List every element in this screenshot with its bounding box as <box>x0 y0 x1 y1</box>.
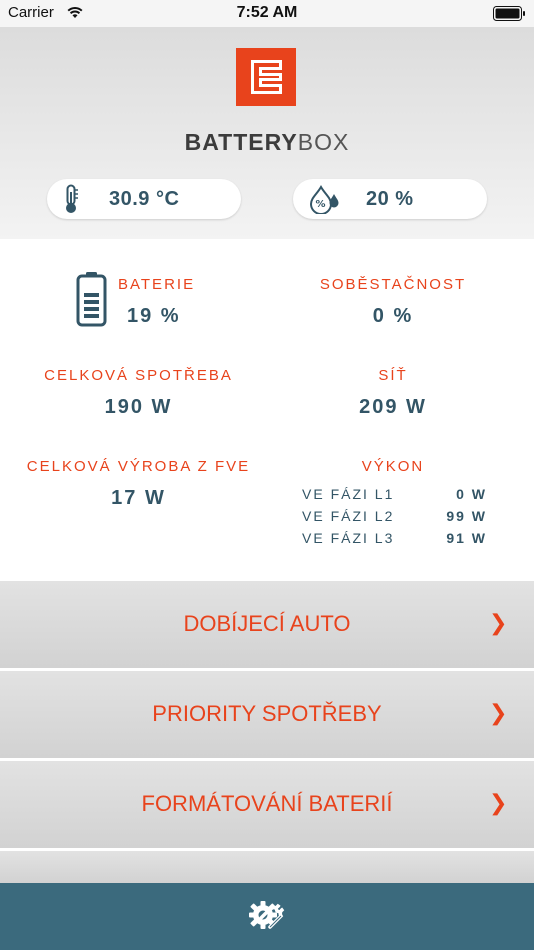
battery-status-icon <box>493 6 525 21</box>
menu-item-label: DOBÍJECÍ AUTO <box>183 611 351 636</box>
total-consumption-label: CELKOVÁ SPOTŘEBA <box>44 367 233 384</box>
phase-l3-label: VE FÁZI L3 <box>302 530 395 546</box>
brand-title: BATTERYBOX <box>0 129 534 156</box>
menu-item-car-charging[interactable]: DOBÍJECÍ AUTO ❯ <box>0 581 534 668</box>
self-sufficiency-label: SOBĚSTAČNOST <box>319 276 467 293</box>
pv-production-label: CELKOVÁ VÝROBA Z FVE <box>26 458 251 475</box>
phase-row-l2: VE FÁZI L2 99 W <box>302 508 487 524</box>
settings-icon[interactable] <box>248 899 286 933</box>
thermometer-icon <box>66 184 78 213</box>
total-consumption-value: 190 W <box>104 396 173 418</box>
bottom-bar <box>0 883 534 950</box>
pv-production-value: 17 W <box>111 487 166 509</box>
cez-logo <box>236 48 296 106</box>
svg-text:%: % <box>316 199 326 210</box>
status-bar: Carrier 7:52 AM <box>0 0 534 27</box>
grid-label: SÍŤ <box>378 367 408 384</box>
phase-l2-label: VE FÁZI L2 <box>302 508 395 524</box>
phase-l1-value: 0 W <box>456 486 487 502</box>
phase-row-l1: VE FÁZI L1 0 W <box>302 486 487 502</box>
power-label: VÝKON <box>361 458 425 475</box>
battery-icon <box>76 272 107 327</box>
menu-item-partial <box>0 851 534 883</box>
stats-panel: BATERIE 19 % SOBĚSTAČNOST 0 % CELKOVÁ SP… <box>0 239 534 580</box>
brand-bold: BATTERY <box>184 129 298 155</box>
menu-item-battery-formatting[interactable]: FORMÁTOVÁNÍ BATERIÍ ❯ <box>0 761 534 848</box>
clock: 7:52 AM <box>236 4 298 21</box>
humidity-icon: % <box>309 184 339 214</box>
temperature-pill: 30.9 °C <box>47 179 241 219</box>
humidity-pill: % 20 % <box>293 179 487 219</box>
menu-item-label: PRIORITY SPOTŘEBY <box>152 701 382 726</box>
self-sufficiency-value: 0 % <box>372 305 414 327</box>
menu-item-label: FORMÁTOVÁNÍ BATERIÍ <box>141 791 393 816</box>
chevron-right-icon: ❯ <box>489 700 508 725</box>
battery-value: 19 % <box>127 305 181 327</box>
grid-value: 209 W <box>359 396 427 418</box>
chevron-right-icon: ❯ <box>489 790 508 815</box>
chevron-right-icon: ❯ <box>489 610 508 635</box>
phase-l3-value: 91 W <box>446 530 487 546</box>
phase-row-l3: VE FÁZI L3 91 W <box>302 530 487 546</box>
temperature-value: 30.9 °C <box>109 188 180 210</box>
humidity-value: 20 % <box>366 188 414 210</box>
menu-item-consumption-priority[interactable]: PRIORITY SPOTŘEBY ❯ <box>0 671 534 758</box>
brand-light: BOX <box>297 129 350 155</box>
phase-l2-value: 99 W <box>446 508 487 524</box>
battery-label: BATERIE <box>118 276 196 293</box>
phase-l1-label: VE FÁZI L1 <box>302 486 395 502</box>
header: BATTERYBOX 30.9 °C % 20 % <box>0 27 534 239</box>
